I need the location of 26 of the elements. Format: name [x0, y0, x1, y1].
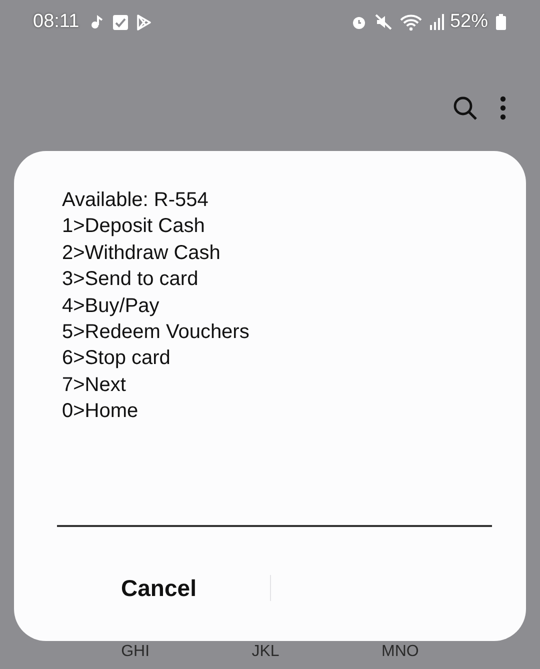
battery-icon: [496, 14, 506, 30]
menu-line: 1>Deposit Cash: [62, 214, 206, 240]
menu-line: 6>Stop card: [62, 346, 172, 372]
menu-line: 2>Withdraw Cash: [62, 240, 222, 266]
battery-level: 52%: [450, 11, 488, 33]
keypad-letters: GHI: [121, 643, 150, 661]
signal-icon: [430, 14, 444, 30]
music-note-icon: [89, 14, 106, 30]
alarm-icon: [350, 14, 367, 30]
keypad-letters: MNO: [382, 643, 419, 661]
more-options-button[interactable]: [500, 96, 506, 120]
menu-line: 5>Redeem Vouchers: [62, 320, 250, 346]
mute-icon: [374, 14, 392, 30]
menu-line: 0>Home: [62, 399, 140, 424]
checkbox-icon: [113, 14, 128, 30]
menu-line: 3>Send to card: [62, 267, 200, 292]
search-button[interactable]: [452, 94, 478, 120]
wifi-icon: [400, 14, 422, 30]
more-icon: [500, 96, 506, 120]
keypad-letters: JKL: [252, 643, 280, 661]
status-time: 08:11: [33, 11, 80, 33]
menu-line: 7>Next: [62, 372, 127, 398]
search-icon: [452, 94, 478, 120]
menu-line: Available: R-554: [62, 188, 210, 213]
cancel-button[interactable]: Cancel: [48, 566, 270, 610]
menu-line: 4>Buy/Pay: [62, 294, 160, 319]
